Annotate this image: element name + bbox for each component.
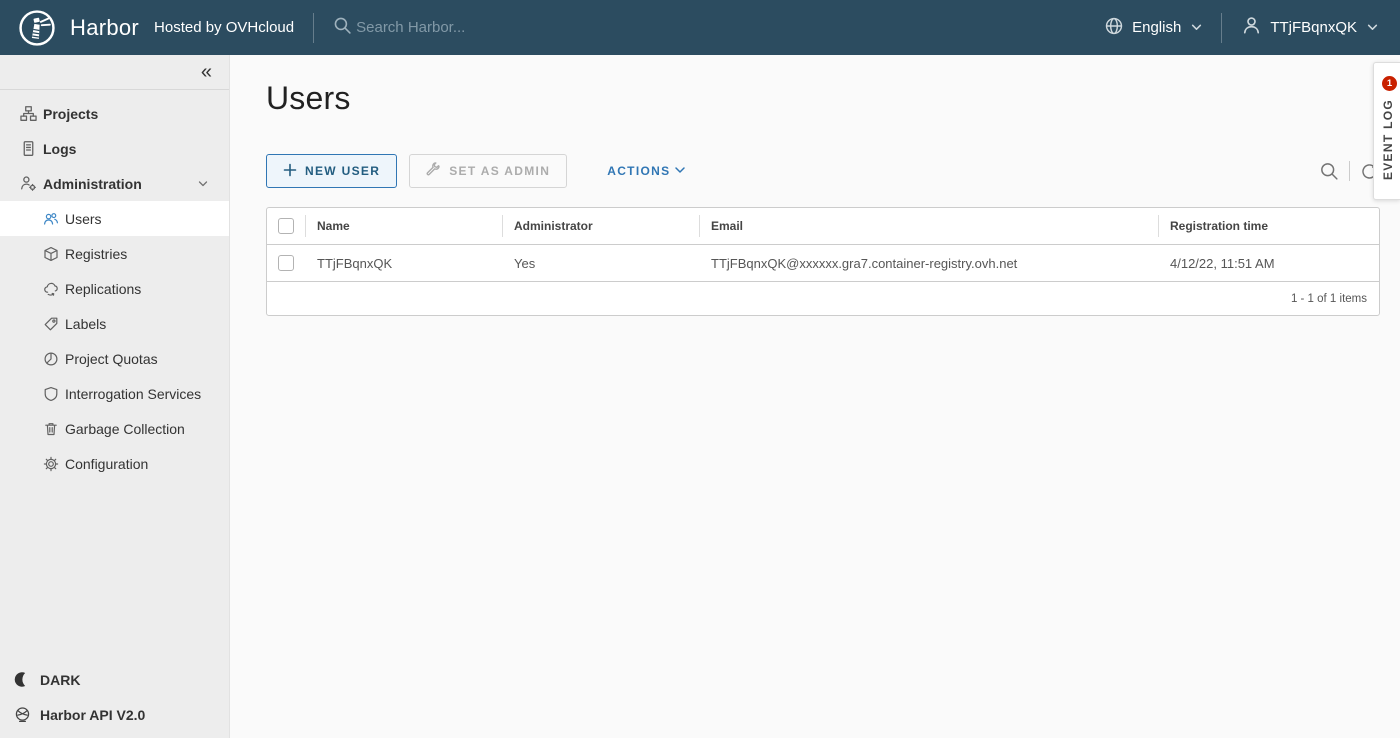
chevron-down-icon [673,163,687,180]
search-icon [333,16,352,40]
sidebar-item-label: Garbage Collection [65,421,185,437]
sidebar-item-users[interactable]: Users [0,201,229,236]
header-divider [1221,13,1222,43]
harbor-api-link[interactable]: Harbor API V2.0 [0,697,229,732]
app-header: Harbor Hosted by OVHcloud English [0,0,1400,55]
person-icon [1241,15,1262,40]
event-log-label: EVENT LOG [1381,99,1395,180]
admin-user-gear-icon [20,175,37,192]
main-content: Users NEW USER SET AS ADMIN ACTIONS [231,55,1400,738]
trash-icon [42,420,59,437]
set-as-admin-button[interactable]: SET AS ADMIN [409,154,567,188]
collapse-sidebar-icon[interactable]: « [201,62,212,82]
plus-icon [283,163,297,180]
search-input[interactable] [356,19,586,36]
event-log-count-badge: 1 [1382,76,1397,91]
moon-icon [14,671,31,688]
column-header-administrator[interactable]: Administrator [502,208,699,244]
users-group-icon [42,210,59,227]
sidebar-item-interrogation-services[interactable]: Interrogation Services [0,376,229,411]
tag-icon [42,315,59,332]
sidebar-item-garbage-collection[interactable]: Garbage Collection [0,411,229,446]
row-checkbox-cell [267,245,305,281]
cell-administrator: Yes [502,256,699,271]
actions-label: ACTIONS [607,164,670,178]
sidebar-item-project-quotas[interactable]: Project Quotas [0,341,229,376]
cloud-sync-icon [42,280,59,297]
sidebar-item-label: Configuration [65,456,148,472]
sidebar-item-label: Interrogation Services [65,386,201,402]
cell-registration-time: 4/12/22, 11:51 AM [1158,256,1379,271]
brand-title: Harbor [70,15,139,41]
gear-icon [42,455,59,472]
language-label: English [1132,19,1181,36]
table-footer: 1 - 1 of 1 items [267,282,1379,315]
sidebar-item-configuration[interactable]: Configuration [0,446,229,481]
users-table: Name Administrator Email Registration ti… [266,207,1380,316]
pagination-summary: 1 - 1 of 1 items [1291,293,1367,305]
sidebar-item-label: Logs [43,141,76,157]
org-chart-icon [20,105,37,122]
column-header-registration-time[interactable]: Registration time [1158,208,1379,244]
column-header-name[interactable]: Name [305,208,502,244]
wrench-icon [426,162,441,180]
sidebar-item-label: Projects [43,106,98,122]
sidebar-item-replications[interactable]: Replications [0,271,229,306]
column-header-email[interactable]: Email [699,208,1158,244]
sidebar-item-label: Administration [43,176,142,192]
set-as-admin-label: SET AS ADMIN [449,164,550,178]
select-all-checkbox[interactable] [278,218,294,234]
page-title: Users [266,80,351,117]
sidebar-item-label: Replications [65,281,141,297]
username-label: TTjFBqnxQK [1270,19,1357,36]
new-user-button[interactable]: NEW USER [266,154,397,188]
globe-icon [1104,16,1124,40]
header-divider [313,13,314,43]
document-list-icon [20,140,37,157]
chevron-down-icon [1367,20,1378,37]
sidebar-item-registries[interactable]: Registries [0,236,229,271]
sidebar-item-label: Registries [65,246,127,262]
cell-name: TTjFBqnxQK [305,256,502,271]
table-header-row: Name Administrator Email Registration ti… [267,208,1379,245]
chevron-down-icon [1191,20,1202,37]
brand-subtitle: Hosted by OVHcloud [154,19,294,36]
sidebar: « Projects Logs [0,55,230,738]
open-filter-search-button[interactable] [1319,161,1340,182]
theme-toggle-label: DARK [40,672,80,688]
actions-dropdown-button[interactable]: ACTIONS [591,154,703,188]
row-checkbox[interactable] [278,255,294,271]
sidebar-item-projects[interactable]: Projects [0,96,229,131]
sidebar-item-label: Users [65,211,102,227]
new-user-label: NEW USER [305,164,380,178]
event-log-tab[interactable]: 1 EVENT LOG [1373,62,1400,200]
sidebar-item-administration[interactable]: Administration [0,166,229,201]
shield-icon [42,385,59,402]
pie-chart-icon [42,350,59,367]
cell-email: TTjFBqnxQK@xxxxxx.gra7.container-registr… [699,256,1158,271]
table-header-checkbox-cell [267,208,305,244]
sidebar-item-label: Project Quotas [65,351,158,367]
global-search [333,16,586,40]
chevron-down-icon [197,178,209,190]
sidebar-collapse-row: « [0,55,229,90]
cube-icon [42,245,59,262]
user-menu-dropdown[interactable]: TTjFBqnxQK [1241,15,1378,40]
table-row[interactable]: TTjFBqnxQK Yes TTjFBqnxQK@xxxxxx.gra7.co… [267,245,1379,282]
language-dropdown[interactable]: English [1104,16,1202,40]
sidebar-item-label: Labels [65,316,106,332]
world-icon [14,706,31,723]
sidebar-item-labels[interactable]: Labels [0,306,229,341]
harbor-lighthouse-logo-icon [18,9,56,47]
toolbar-divider [1349,161,1350,181]
users-toolbar: NEW USER SET AS ADMIN ACTIONS [266,153,1380,189]
theme-toggle-dark[interactable]: DARK [0,662,229,697]
sidebar-item-logs[interactable]: Logs [0,131,229,166]
api-link-label: Harbor API V2.0 [40,707,145,723]
